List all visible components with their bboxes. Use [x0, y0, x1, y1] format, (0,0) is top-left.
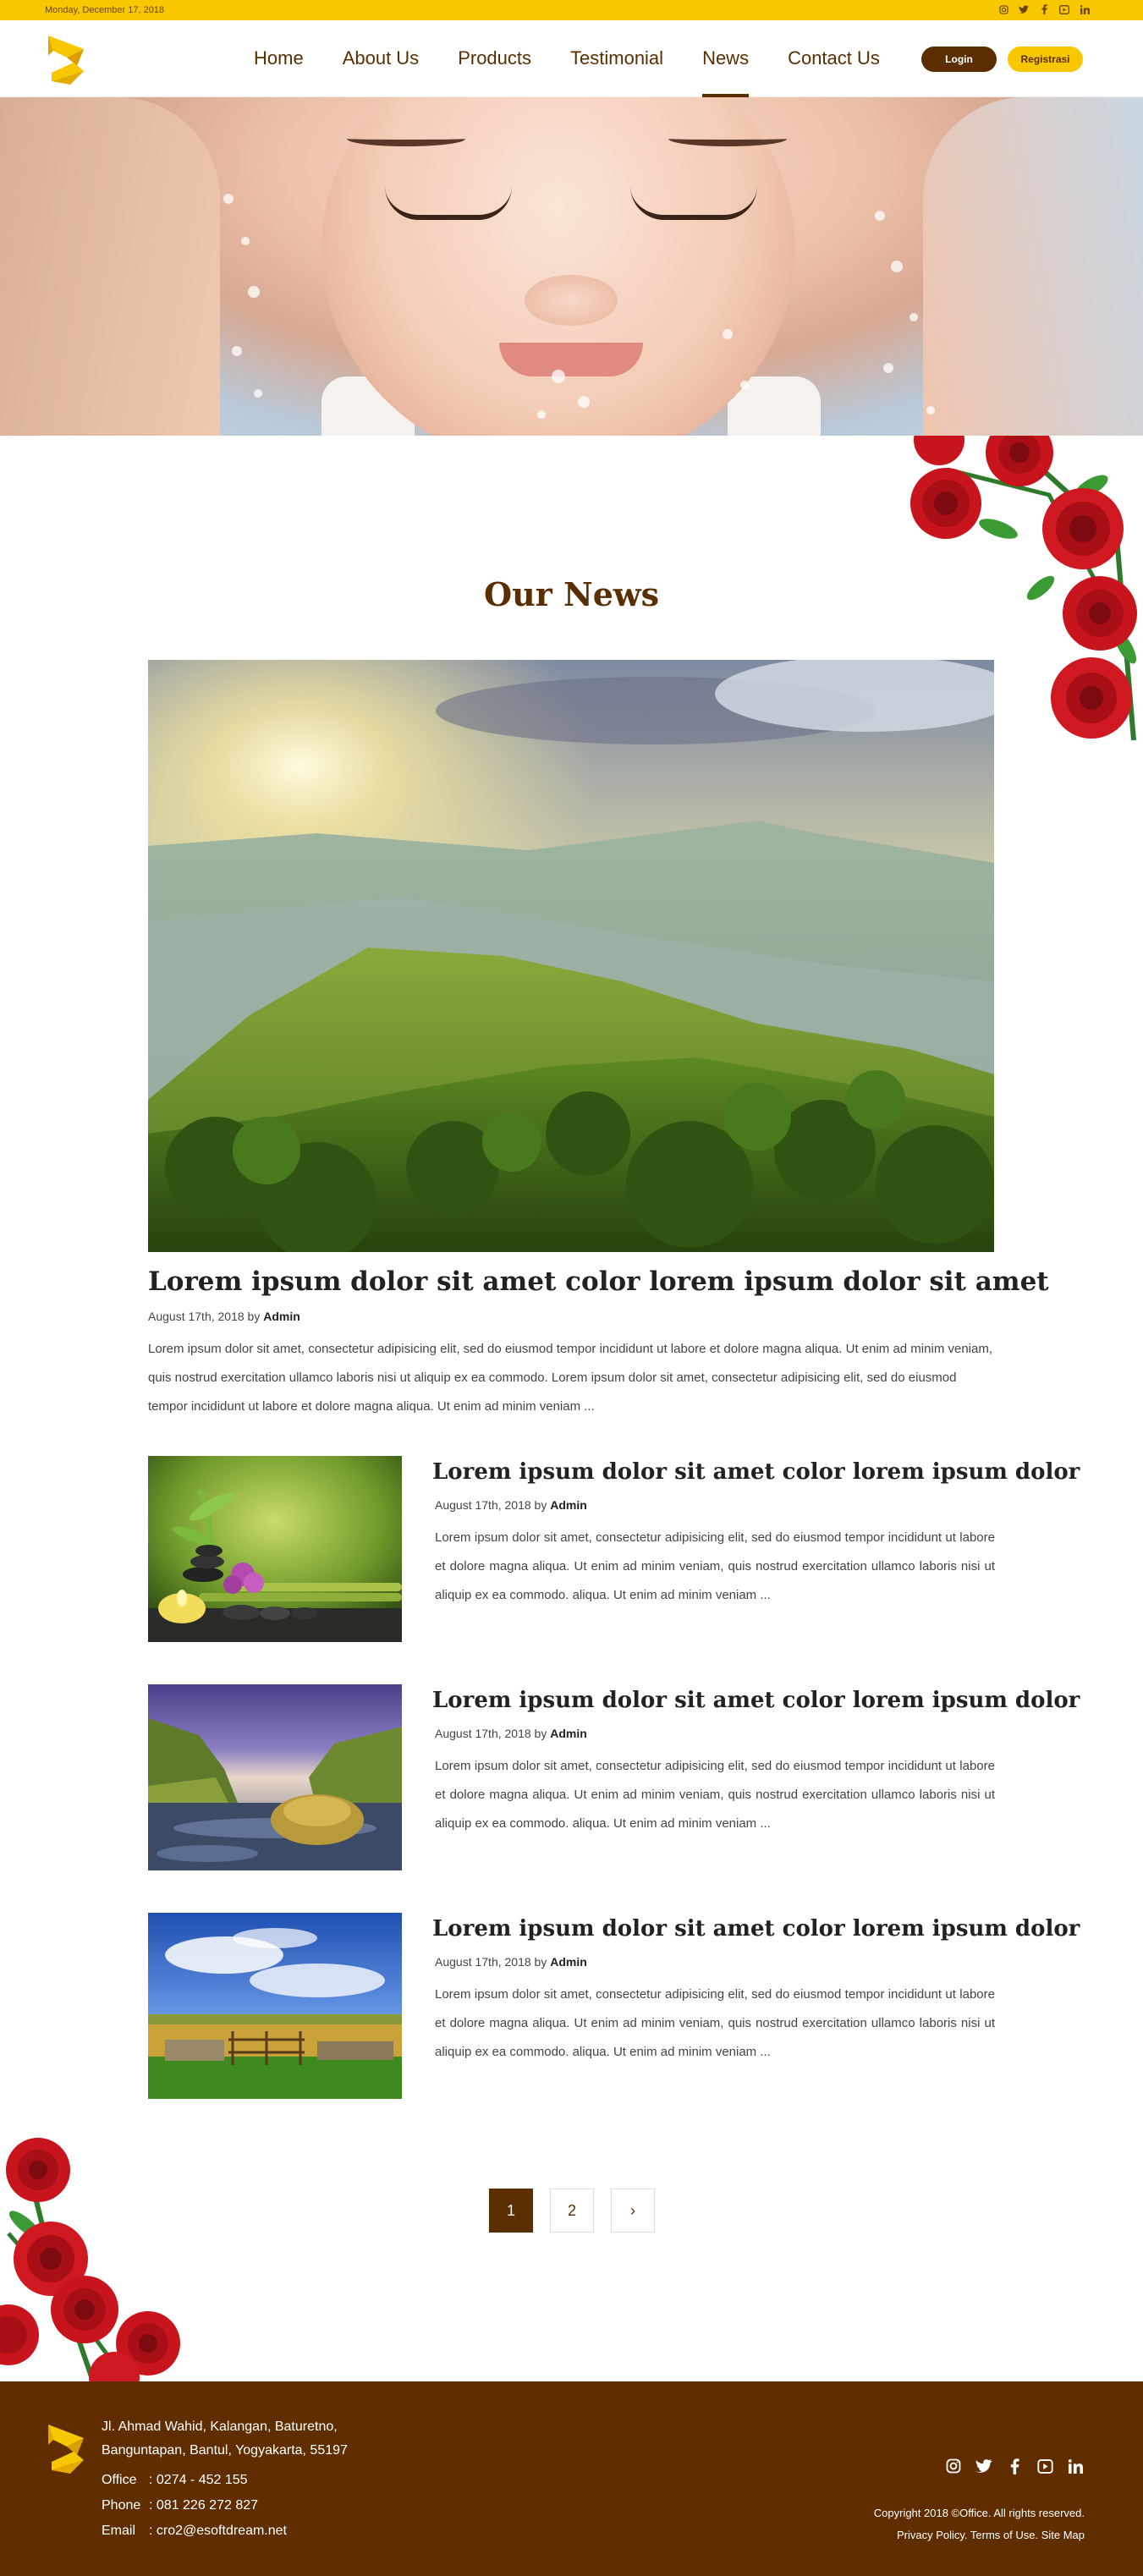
copyright-text: Copyright 2018 ©Office. All rights reser… — [873, 2507, 1085, 2519]
linkedin-icon[interactable] — [1079, 3, 1091, 15]
twitter-icon[interactable] — [975, 2458, 992, 2474]
news-item-date: August 17th, 2018 — [435, 1727, 531, 1740]
news-item-by: by — [534, 1727, 547, 1740]
water-splash — [223, 194, 935, 419]
featured-news-title[interactable]: Lorem ipsum dolor sit amet color lorem i… — [148, 1266, 1049, 1297]
news-item: Lorem ipsum dolor sit amet color lorem i… — [148, 1684, 1080, 1870]
pagination: 1 2 › — [489, 2189, 655, 2233]
news-item-meta: August 17th, 2018 by Admin — [435, 1498, 587, 1512]
news-item-excerpt: Lorem ipsum dolor sit amet, consectetur … — [435, 1759, 995, 1831]
footer-copyright: Copyright 2018 ©Office. All rights reser… — [874, 2502, 1085, 2546]
site-header: Home About Us Products Testimonial News … — [0, 20, 1143, 97]
news-item-author[interactable]: Admin — [550, 1955, 587, 1969]
office-label: Office — [102, 2473, 137, 2487]
news-item-title[interactable]: Lorem ipsum dolor sit amet color lorem i… — [432, 1916, 1080, 1942]
instagram-icon[interactable] — [945, 2458, 962, 2474]
news-item-by: by — [534, 1955, 547, 1969]
youtube-icon[interactable] — [1058, 3, 1070, 15]
featured-news-by: by — [247, 1310, 261, 1323]
featured-news-excerpt: Lorem ipsum dolor sit amet, consectetur … — [148, 1342, 992, 1414]
chevron-right-icon: › — [630, 2201, 635, 2220]
top-bar: Monday, December 17, 2018 — [0, 0, 1143, 20]
page-2-button[interactable]: 2 — [550, 2189, 594, 2233]
facebook-icon[interactable] — [1038, 3, 1050, 15]
news-item-author[interactable]: Admin — [550, 1727, 587, 1740]
register-button[interactable]: Registrasi — [1008, 47, 1083, 72]
news-item-excerpt: Lorem ipsum dolor sit amet, consectetur … — [435, 1987, 995, 2059]
nav-contact-us[interactable]: Contact Us — [788, 47, 880, 97]
brand-logo[interactable] — [45, 30, 87, 90]
phone-label: Phone — [102, 2498, 141, 2513]
news-item-date: August 17th, 2018 — [435, 1955, 531, 1969]
office-phone: : 0274 - 452 155 — [149, 2473, 248, 2487]
next-page-button[interactable]: › — [611, 2189, 655, 2233]
featured-news-date: August 17th, 2018 — [148, 1310, 245, 1323]
email-label: Email — [102, 2524, 136, 2538]
nav-about-us[interactable]: About Us — [343, 47, 420, 97]
news-item-thumbnail[interactable] — [148, 1456, 402, 1642]
roses-decoration-bottom-left — [0, 2132, 195, 2403]
footer-logo[interactable] — [45, 2419, 87, 2479]
main-navigation: Home About Us Products Testimonial News … — [254, 47, 919, 97]
news-item: Lorem ipsum dolor sit amet color lorem i… — [148, 1456, 1080, 1642]
news-item-meta: August 17th, 2018 by Admin — [435, 1727, 587, 1740]
twitter-icon[interactable] — [1018, 3, 1030, 15]
featured-news-meta: August 17th, 2018 by Admin — [148, 1310, 300, 1323]
news-item-excerpt: Lorem ipsum dolor sit amet, consectetur … — [435, 1530, 995, 1602]
news-item-by: by — [534, 1498, 547, 1512]
footer-contacts: Office : 0274 - 452 155 Phone : 081 226 27… — [102, 2468, 287, 2544]
page-1-button[interactable]: 1 — [489, 2189, 533, 2233]
news-item-meta: August 17th, 2018 by Admin — [435, 1955, 587, 1969]
news-item-date: August 17th, 2018 — [435, 1498, 531, 1512]
site-footer: Jl. Ahmad Wahid, Kalangan, Baturetno, Ba… — [0, 2381, 1143, 2576]
featured-news-author[interactable]: Admin — [263, 1310, 300, 1323]
news-item-thumbnail[interactable] — [148, 1684, 402, 1870]
news-item-title[interactable]: Lorem ipsum dolor sit amet color lorem i… — [432, 1459, 1080, 1485]
nav-news[interactable]: News — [702, 47, 750, 97]
featured-news-image[interactable] — [148, 660, 994, 1252]
linkedin-icon[interactable] — [1067, 2458, 1084, 2474]
section-title: Our News — [484, 575, 659, 613]
footer-social-links — [945, 2458, 1084, 2474]
news-item: Lorem ipsum dolor sit amet color lorem i… — [148, 1913, 1080, 2099]
address-line-1: Jl. Ahmad Wahid, Kalangan, Baturetno, — [102, 2419, 338, 2434]
instagram-icon[interactable] — [997, 3, 1009, 15]
top-social-links — [997, 3, 1091, 15]
nav-home[interactable]: Home — [254, 47, 304, 97]
address-line-2: Banguntapan, Bantul, Yogyakarta, 55197 — [102, 2443, 348, 2458]
news-item-thumbnail[interactable] — [148, 1913, 402, 2099]
youtube-icon[interactable] — [1036, 2458, 1053, 2474]
current-date: Monday, December 17, 2018 — [45, 5, 165, 15]
facebook-icon[interactable] — [1006, 2458, 1023, 2474]
nav-testimonial[interactable]: Testimonial — [570, 47, 663, 97]
news-item-title[interactable]: Lorem ipsum dolor sit amet color lorem i… — [432, 1688, 1080, 1713]
email-address[interactable]: : cro2@esoftdream.net — [149, 2518, 287, 2544]
news-item-author[interactable]: Admin — [550, 1498, 587, 1512]
footer-address: Jl. Ahmad Wahid, Kalangan, Baturetno, Ba… — [102, 2415, 348, 2463]
hero-banner-image — [0, 97, 1143, 436]
login-button[interactable]: Login — [921, 47, 997, 72]
footer-legal-links[interactable]: Privacy Policy. Terms of Use. Site Map — [874, 2524, 1085, 2546]
nav-products[interactable]: Products — [458, 47, 531, 97]
mobile-phone: : 081 226 272 827 — [149, 2498, 259, 2513]
